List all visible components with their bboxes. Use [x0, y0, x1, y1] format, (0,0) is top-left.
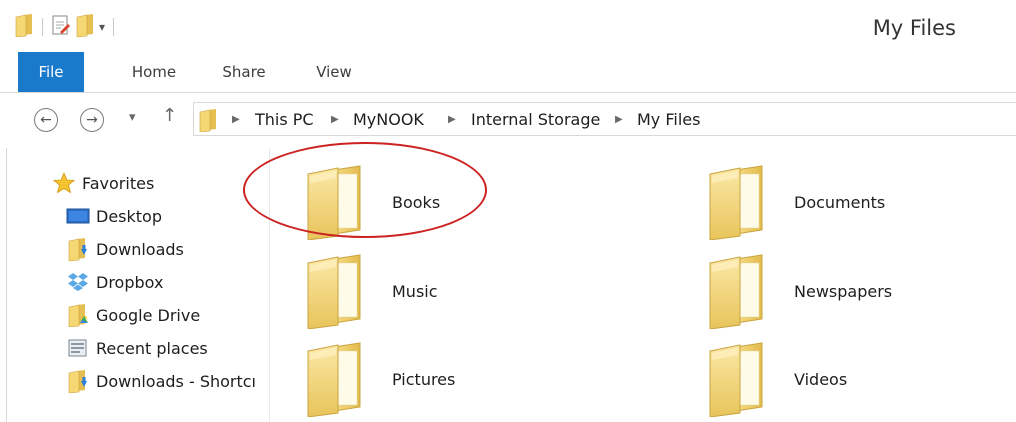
- nav-label: Downloads: [96, 239, 184, 259]
- folder-label: Documents: [794, 192, 886, 212]
- tab-view[interactable]: View: [300, 52, 368, 92]
- file-list: Books Documents Music Newspapers Picture…: [270, 148, 1016, 422]
- toolbar-divider: [113, 18, 115, 36]
- folder-label: Videos: [794, 369, 848, 389]
- folder-videos[interactable]: Videos: [706, 339, 847, 419]
- recent-locations-icon[interactable]: ▾: [129, 110, 136, 125]
- folder-icon: [706, 341, 766, 417]
- nav-item-downloads-shortcut[interactable]: Downloads - Shortcı: [66, 366, 270, 396]
- tab-share[interactable]: Share: [206, 52, 282, 92]
- back-button[interactable]: ←: [34, 108, 58, 132]
- downloads-shortcut-icon: [66, 369, 90, 393]
- folder-music[interactable]: Music: [304, 251, 438, 331]
- properties-icon[interactable]: [51, 14, 71, 40]
- recent-places-icon: [66, 336, 90, 360]
- title-bar: ▾ My Files: [0, 0, 1016, 52]
- nav-item-favorites[interactable]: Favorites: [52, 168, 154, 198]
- folder-label: Newspapers: [794, 281, 893, 301]
- folder-newspapers[interactable]: Newspapers: [706, 251, 892, 331]
- breadcrumb-separator-icon[interactable]: ▶: [615, 103, 623, 137]
- forward-button[interactable]: →: [80, 108, 104, 132]
- new-folder-icon[interactable]: [75, 13, 95, 41]
- toolbar-divider: [42, 18, 43, 36]
- navigation-row: ← → ▾ ↑ ▶ This PC ▶ MyNOOK ▶ Internal St…: [0, 92, 1016, 148]
- folder-icon: [304, 341, 364, 417]
- nav-item-recent-places[interactable]: Recent places: [66, 333, 208, 363]
- quick-access-toolbar: ▾: [14, 14, 122, 40]
- folder-label: Music: [392, 281, 438, 301]
- nav-label: Downloads - Shortcı: [96, 371, 256, 391]
- breadcrumb-my-files[interactable]: My Files: [637, 103, 700, 137]
- nav-label: Favorites: [82, 173, 155, 193]
- nav-label: Desktop: [96, 206, 162, 226]
- nav-label: Dropbox: [96, 272, 164, 292]
- downloads-folder-icon: [66, 237, 90, 261]
- breadcrumb-separator-icon[interactable]: ▶: [331, 103, 339, 137]
- breadcrumb-this-pc[interactable]: This PC: [255, 103, 314, 137]
- star-icon: [52, 171, 76, 195]
- folder-documents[interactable]: Documents: [706, 162, 885, 242]
- breadcrumb-separator-icon[interactable]: ▶: [448, 103, 456, 137]
- pane-edge: [6, 148, 7, 422]
- up-arrow-icon[interactable]: ↑: [162, 105, 177, 126]
- nav-label: Google Drive: [96, 305, 201, 325]
- window-folder-icon: [14, 13, 34, 41]
- breadcrumb-internal-storage[interactable]: Internal Storage: [471, 103, 600, 137]
- nav-item-google-drive[interactable]: Google Drive: [66, 300, 200, 330]
- folder-icon: [706, 164, 766, 240]
- tab-file[interactable]: File: [18, 52, 84, 92]
- breadcrumb-mynook[interactable]: MyNOOK: [353, 103, 424, 137]
- nav-item-dropbox[interactable]: Dropbox: [66, 267, 163, 297]
- folder-icon: [304, 164, 364, 240]
- tab-home[interactable]: Home: [118, 52, 190, 92]
- forward-arrow-icon: →: [86, 112, 98, 128]
- ribbon-tabs: File Home Share View: [0, 52, 1016, 93]
- location-folder-icon: [198, 108, 218, 136]
- folder-pictures[interactable]: Pictures: [304, 339, 455, 419]
- desktop-icon: [66, 204, 90, 228]
- nav-label: Recent places: [96, 338, 208, 358]
- nav-item-desktop[interactable]: Desktop: [66, 201, 162, 231]
- folder-label: Pictures: [392, 369, 456, 389]
- customize-toolbar-icon[interactable]: ▾: [99, 20, 105, 34]
- folder-icon: [304, 253, 364, 329]
- address-bar[interactable]: ▶ This PC ▶ MyNOOK ▶ Internal Storage ▶ …: [193, 102, 1016, 136]
- folder-label: Books: [392, 192, 441, 212]
- breadcrumb-separator-icon[interactable]: ▶: [232, 103, 240, 137]
- folder-books[interactable]: Books: [304, 162, 440, 242]
- back-arrow-icon: ←: [40, 112, 52, 128]
- nav-item-downloads[interactable]: Downloads: [66, 234, 184, 264]
- window-title: My Files: [872, 16, 956, 40]
- navigation-pane: Favorites Desktop Downloads Dropbox Goog…: [0, 148, 270, 422]
- google-drive-icon: [66, 303, 90, 327]
- folder-icon: [706, 253, 766, 329]
- dropbox-icon: [66, 270, 90, 294]
